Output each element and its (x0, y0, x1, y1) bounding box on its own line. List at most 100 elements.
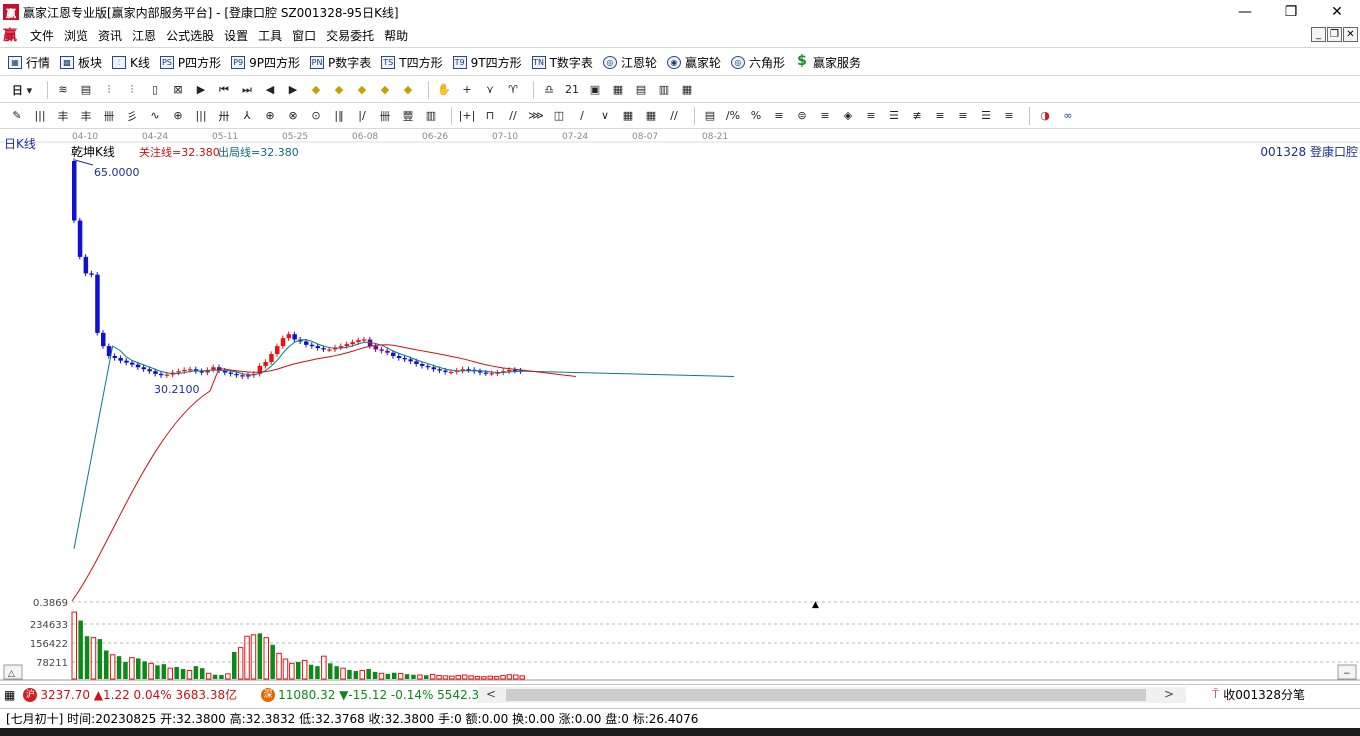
menu-help[interactable]: 帮助 (379, 27, 413, 44)
period-selector[interactable]: 日 ▾ (8, 81, 36, 99)
draw-tool-icon-36[interactable]: ≡ (862, 107, 880, 125)
nav-tool-icon-23[interactable]: ▦ (609, 81, 627, 99)
grid-toggle-icon[interactable]: ▦ (4, 688, 15, 702)
draw-tool-icon-17[interactable]: 豐 (399, 107, 417, 125)
nav-tool-icon-14[interactable]: ◆ (376, 81, 394, 99)
draw-tool-icon-23[interactable]: ◫ (550, 107, 568, 125)
nav-tool-icon-11[interactable]: ◆ (307, 81, 325, 99)
draw-tool-icon-18[interactable]: ▥ (422, 107, 440, 125)
menu-trade[interactable]: 交易委托 (321, 27, 379, 44)
nav-tool-icon-2[interactable]: ⫶ (100, 81, 118, 99)
draw-tool-icon-13[interactable]: ⊙ (307, 107, 325, 125)
draw-tool-icon-20[interactable]: ⊓ (481, 107, 499, 125)
draw-tool-icon-6[interactable]: ∿ (146, 107, 164, 125)
draw-tool-icon-15[interactable]: |∕ (353, 107, 371, 125)
draw-tool-icon-22[interactable]: ⋙ (527, 107, 545, 125)
nav-tool-icon-5[interactable]: ⊠ (169, 81, 187, 99)
nav-tool-icon-19[interactable]: ♈ (504, 81, 522, 99)
maximize-button[interactable]: ❐ (1268, 0, 1314, 24)
draw-tool-icon-39[interactable]: ≡ (931, 107, 949, 125)
nav-tool-icon-1[interactable]: ▤ (77, 81, 95, 99)
mdi-minimize-button[interactable]: _ (1311, 27, 1326, 42)
draw-tool-icon-33[interactable]: ⊜ (793, 107, 811, 125)
nav-tool-icon-16[interactable]: ✋ (435, 81, 453, 99)
nav-tool-icon-17[interactable]: + (458, 81, 476, 99)
minimize-button[interactable]: — (1222, 0, 1268, 24)
menu-gann[interactable]: 江恩 (127, 27, 161, 44)
draw-tool-icon-3[interactable]: 丰 (77, 107, 95, 125)
draw-tool-icon-7[interactable]: ⊕ (169, 107, 187, 125)
toolbar-item-9[interactable]: ◎ 江恩轮 (602, 54, 657, 71)
horizontal-scrollbar[interactable]: < > (478, 687, 1186, 703)
nav-tool-icon-9[interactable]: ◀ (261, 81, 279, 99)
toolbar-item-5[interactable]: PN P数字表 (310, 54, 371, 71)
tick-detail-link[interactable]: ⍑ 收001328分笔 (1212, 686, 1305, 703)
nav-tool-icon-0[interactable]: ≋ (54, 81, 72, 99)
nav-tool-icon-18[interactable]: ⋎ (481, 81, 499, 99)
draw-tool-icon-26[interactable]: ▦ (619, 107, 637, 125)
nav-tool-icon-21[interactable]: 21 (563, 81, 581, 99)
kline-chart[interactable]: 04-10 04-24 05-11 05-25 06-08 06-26 07-10 07-24… (0, 129, 1360, 681)
draw-tool-icon-21[interactable]: ∕∕ (504, 107, 522, 125)
menu-file[interactable]: 文件 (25, 27, 59, 44)
draw-tool-icon-27[interactable]: ▦ (642, 107, 660, 125)
toolbar-item-1[interactable]: ▩ 板块 (60, 54, 102, 71)
toolbar-item-3[interactable]: PS P四方形 (159, 54, 221, 71)
draw-tool-icon-4[interactable]: 卌 (100, 107, 118, 125)
nav-tool-icon-8[interactable]: ⏭ (238, 81, 256, 99)
toolbar-item-2[interactable]: ⫶ K线 (112, 54, 150, 71)
draw-tool-icon-16[interactable]: 卌 (376, 107, 394, 125)
draw-tool-icon-19[interactable]: |+| (458, 107, 476, 125)
draw-tool-icon-34[interactable]: ≡ (816, 107, 834, 125)
draw-tool-icon-44[interactable]: ∞ (1059, 107, 1077, 125)
nav-tool-icon-24[interactable]: ▤ (632, 81, 650, 99)
toolbar-item-4[interactable]: P9 9P四方形 (231, 54, 300, 71)
draw-tool-icon-42[interactable]: ≡ (1000, 107, 1018, 125)
menu-window[interactable]: 窗口 (287, 27, 321, 44)
draw-tool-icon-5[interactable]: 彡 (123, 107, 141, 125)
nav-tool-icon-15[interactable]: ◆ (399, 81, 417, 99)
draw-tool-icon-28[interactable]: ∕∕ (665, 107, 683, 125)
toolbar-item-6[interactable]: TS T四方形 (381, 54, 443, 71)
menu-tools[interactable]: 工具 (253, 27, 287, 44)
draw-tool-icon-0[interactable]: ✎ (8, 107, 26, 125)
draw-tool-icon-29[interactable]: ▤ (701, 107, 719, 125)
menu-info[interactable]: 资讯 (93, 27, 127, 44)
draw-tool-icon-43[interactable]: ◑ (1036, 107, 1054, 125)
toolbar-item-11[interactable]: ◎ 六角形 (730, 54, 785, 71)
draw-tool-icon-35[interactable]: ◈ (839, 107, 857, 125)
nav-tool-icon-10[interactable]: ▶ (284, 81, 302, 99)
menu-formula[interactable]: 公式选股 (161, 27, 219, 44)
draw-tool-icon-8[interactable]: ||| (192, 107, 210, 125)
draw-tool-icon-12[interactable]: ⊗ (284, 107, 302, 125)
toolbar-item-8[interactable]: TN T数字表 (531, 54, 593, 71)
shenzhen-index[interactable]: 深 11080.32 ▼-15.12 -0.14% 5542.38 (261, 687, 487, 702)
scroll-right-icon[interactable]: > (1164, 687, 1174, 701)
nav-tool-icon-4[interactable]: ▯ (146, 81, 164, 99)
draw-tool-icon-10[interactable]: ⅄ (238, 107, 256, 125)
draw-tool-icon-25[interactable]: ∨ (596, 107, 614, 125)
scroll-left-icon[interactable]: < (486, 687, 496, 701)
draw-tool-icon-24[interactable]: ∕ (573, 107, 591, 125)
draw-tool-icon-41[interactable]: ☰ (977, 107, 995, 125)
draw-tool-icon-32[interactable]: ≡ (770, 107, 788, 125)
toolbar-item-10[interactable]: ◉ 赢家轮 (666, 54, 721, 71)
draw-tool-icon-40[interactable]: ≡ (954, 107, 972, 125)
mdi-restore-button[interactable]: ❐ (1327, 27, 1342, 42)
nav-tool-icon-3[interactable]: ⫶ (123, 81, 141, 99)
draw-tool-icon-9[interactable]: 卅 (215, 107, 233, 125)
nav-tool-icon-12[interactable]: ◆ (330, 81, 348, 99)
draw-tool-icon-1[interactable]: ||| (31, 107, 49, 125)
menu-browse[interactable]: 浏览 (59, 27, 93, 44)
toolbar-item-7[interactable]: T9 9T四方形 (452, 54, 522, 71)
draw-tool-icon-31[interactable]: % (747, 107, 765, 125)
shanghai-index[interactable]: 沪 3237.70 ▲1.22 0.04% 3683.38亿 (23, 686, 237, 703)
nav-tool-icon-20[interactable]: ♎ (540, 81, 558, 99)
nav-tool-icon-7[interactable]: ⏮ (215, 81, 233, 99)
draw-tool-icon-37[interactable]: ☰ (885, 107, 903, 125)
scroll-thumb[interactable] (506, 689, 1146, 701)
mdi-close-button[interactable]: ✕ (1343, 27, 1358, 42)
draw-tool-icon-11[interactable]: ⊕ (261, 107, 279, 125)
nav-tool-icon-6[interactable]: ▶ (192, 81, 210, 99)
close-button[interactable]: ✕ (1314, 0, 1360, 24)
